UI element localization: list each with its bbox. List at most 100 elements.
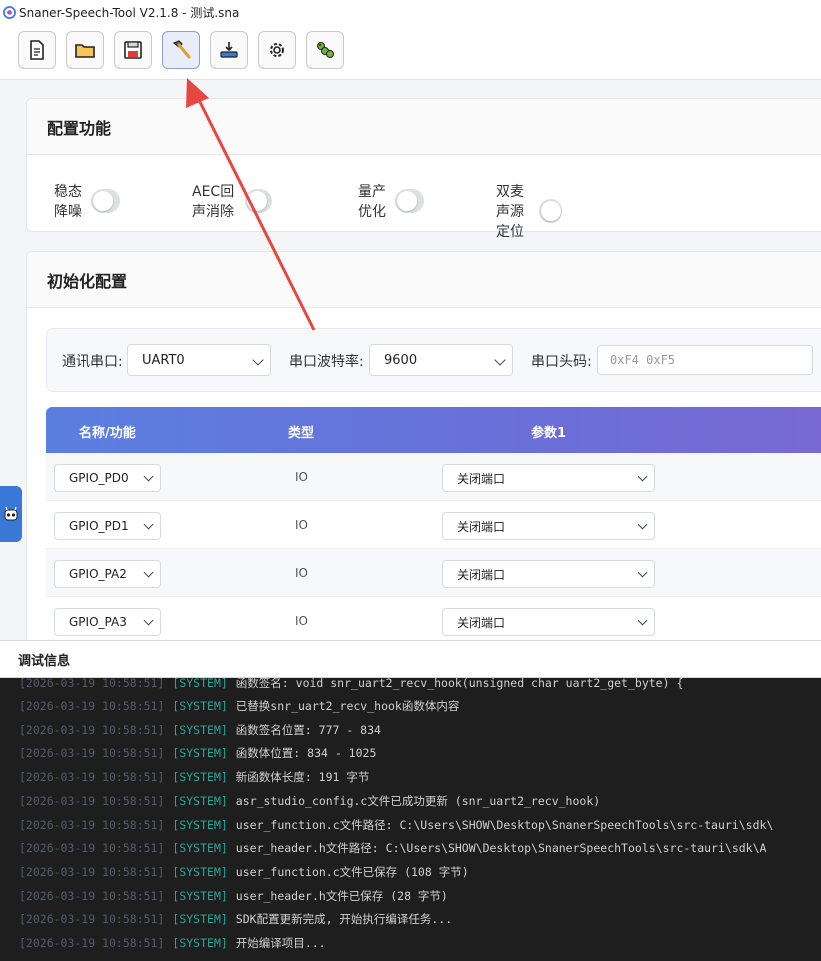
log-timestamp: [2026-03-19 10:58:51] (19, 794, 165, 808)
pin-name-value: GPIO_PA3 (69, 615, 127, 629)
feature-dual-mic: 双麦声源定位 (496, 181, 562, 241)
log-tag: [SYSTEM] (172, 841, 228, 855)
log-timestamp: [2026-03-19 10:58:51] (19, 678, 165, 690)
chevron-down-icon (637, 471, 648, 482)
serial-port-label: 通讯串口: (62, 354, 123, 370)
chevron-down-icon (143, 615, 154, 626)
feature-label: 双麦声源定位 (496, 184, 524, 240)
log-tag: [SYSTEM] (172, 865, 228, 879)
serial-settings: 通讯串口: UART0 串口波特率: 9600 串口头码: 0xF4 0xF5 (46, 328, 821, 392)
noise-reduction-toggle[interactable] (91, 189, 120, 213)
feature-label: 量产优化 (358, 184, 386, 220)
log-timestamp: [2026-03-19 10:58:51] (19, 770, 165, 784)
log-timestamp: [2026-03-19 10:58:51] (19, 889, 165, 903)
caterpillar-icon (317, 42, 334, 58)
pin-name-value: GPIO_PA2 (69, 567, 127, 581)
open-folder-button[interactable] (66, 31, 104, 69)
chevron-down-icon (637, 567, 648, 578)
debug-button[interactable] (306, 31, 344, 69)
table-row: GPIO_PA2 IO 关闭端口 (46, 549, 821, 597)
download-flash-icon (220, 42, 238, 58)
log-timestamp: [2026-03-19 10:58:51] (19, 936, 165, 950)
chevron-down-icon (143, 471, 154, 482)
baud-rate-value: 9600 (384, 352, 418, 368)
header-code-input[interactable]: 0xF4 0xF5 (597, 345, 813, 375)
pin-name-select[interactable]: GPIO_PD1 (54, 512, 161, 540)
log-line: [2026-03-19 10:58:51] [SYSTEM] 函数签名位置: 777… (19, 722, 381, 738)
table-header: 名称/功能 类型 参数1 (46, 407, 821, 453)
log-message: 新函数体长度: 191 字节 (235, 770, 370, 784)
log-tag: [SYSTEM] (172, 889, 228, 903)
log-line: [2026-03-19 10:58:51] [SYSTEM] user_functi… (19, 864, 469, 880)
pin-name-select[interactable]: GPIO_PD0 (54, 464, 161, 492)
new-file-button[interactable] (18, 31, 56, 69)
log-timestamp: [2026-03-19 10:58:51] (19, 723, 165, 737)
log-timestamp: [2026-03-19 10:58:51] (19, 746, 165, 760)
log-message: 开始编译项目... (235, 936, 326, 950)
log-line: [2026-03-19 10:58:51] [SYSTEM] user_functi… (19, 817, 773, 833)
log-tag: [SYSTEM] (172, 794, 228, 808)
log-message: user_header.h文件路径: C:\Users\SHOW\Desktop… (235, 841, 767, 855)
log-message: SDK配置更新完成, 开始执行编译任务... (235, 912, 453, 926)
param1-select[interactable]: 关闭端口 (442, 608, 655, 636)
log-line: [2026-03-19 10:58:51] [SYSTEM] 函数签名: void … (19, 678, 683, 691)
debug-panel-title: 调试信息 (0, 640, 821, 678)
chevron-down-icon (143, 519, 154, 530)
feature-label: 稳态降噪 (54, 184, 82, 220)
log-timestamp: [2026-03-19 10:58:51] (19, 865, 165, 879)
pin-name-select[interactable]: GPIO_PA2 (54, 560, 161, 588)
log-timestamp: [2026-03-19 10:58:51] (19, 699, 165, 713)
table-row: GPIO_PA3 IO 关闭端口 (46, 597, 821, 640)
chevron-down-icon (143, 567, 154, 578)
param1-select[interactable]: 关闭端口 (442, 560, 655, 588)
table-row: GPIO_PD0 IO 关闭端口 (46, 453, 821, 501)
log-tag: [SYSTEM] (172, 912, 228, 926)
aec-toggle[interactable] (244, 189, 273, 213)
log-line: [2026-03-19 10:58:51] [SYSTEM] 新函数体长度: 191… (19, 769, 369, 785)
production-optimize-toggle[interactable] (395, 189, 424, 213)
title-bar: Snaner-Speech-Tool V2.1.8 - 测试.sna (0, 0, 821, 24)
feature-aec: AEC回声消除 (192, 181, 273, 221)
baud-rate-select[interactable]: 9600 (369, 344, 513, 376)
hammer-icon (172, 40, 191, 59)
param1-select[interactable]: 关闭端口 (442, 512, 655, 540)
chevron-down-icon (637, 615, 648, 626)
log-message: user_header.h文件已保存 (28 字节) (235, 889, 448, 903)
debug-console[interactable]: [2026-03-19 10:58:51] [SYSTEM] 函数签名: void … (0, 678, 821, 961)
param1-value: 关闭端口 (457, 567, 506, 582)
serial-port-value: UART0 (142, 352, 185, 368)
log-message: asr_studio_config.c文件已成功更新 (snr_uart2_re… (235, 794, 601, 808)
feature-label: AEC回声消除 (192, 184, 235, 220)
log-message: 函数体位置: 834 - 1025 (235, 746, 377, 760)
save-button[interactable] (114, 31, 152, 69)
col-param1: 参数1 (531, 426, 567, 441)
robot-icon (4, 506, 18, 521)
main-content: 配置功能 稳态降噪 AEC回声消除 量产优化 双麦声源定位 初始化配置 通讯串口 (0, 81, 821, 640)
log-line: [2026-03-19 10:58:51] [SYSTEM] user_header… (19, 840, 766, 856)
log-tag: [SYSTEM] (172, 818, 228, 832)
dual-mic-toggle[interactable] (539, 199, 562, 223)
chevron-down-icon (494, 354, 506, 366)
log-message: user_function.c文件路径: C:\Users\SHOW\Deskt… (235, 818, 774, 832)
config-features-title: 配置功能 (27, 99, 821, 155)
download-button[interactable] (210, 31, 248, 69)
gear-icon (270, 43, 284, 57)
window-title: Snaner-Speech-Tool V2.1.8 - 测试.sna (19, 5, 240, 20)
baud-rate-label: 串口波特率: (289, 354, 364, 370)
settings-button[interactable] (258, 31, 296, 69)
param1-value: 关闭端口 (457, 519, 506, 534)
log-line: [2026-03-19 10:58:51] [SYSTEM] user_header… (19, 888, 448, 904)
log-message: 已替换snr_uart2_recv_hook函数体内容 (235, 699, 460, 713)
build-button[interactable] (162, 31, 200, 69)
new-file-icon (30, 40, 44, 60)
pin-type: IO (295, 614, 308, 628)
toolbar (0, 24, 821, 80)
serial-port-select[interactable]: UART0 (127, 344, 271, 376)
log-timestamp: [2026-03-19 10:58:51] (19, 912, 165, 926)
log-tag: [SYSTEM] (172, 678, 228, 690)
param1-select[interactable]: 关闭端口 (442, 464, 655, 492)
assistant-side-tab[interactable] (0, 486, 22, 542)
init-config-card: 初始化配置 通讯串口: UART0 串口波特率: 9600 串口头码: 0xF4… (26, 251, 821, 640)
log-tag: [SYSTEM] (172, 723, 228, 737)
pin-name-select[interactable]: GPIO_PA3 (54, 608, 161, 636)
